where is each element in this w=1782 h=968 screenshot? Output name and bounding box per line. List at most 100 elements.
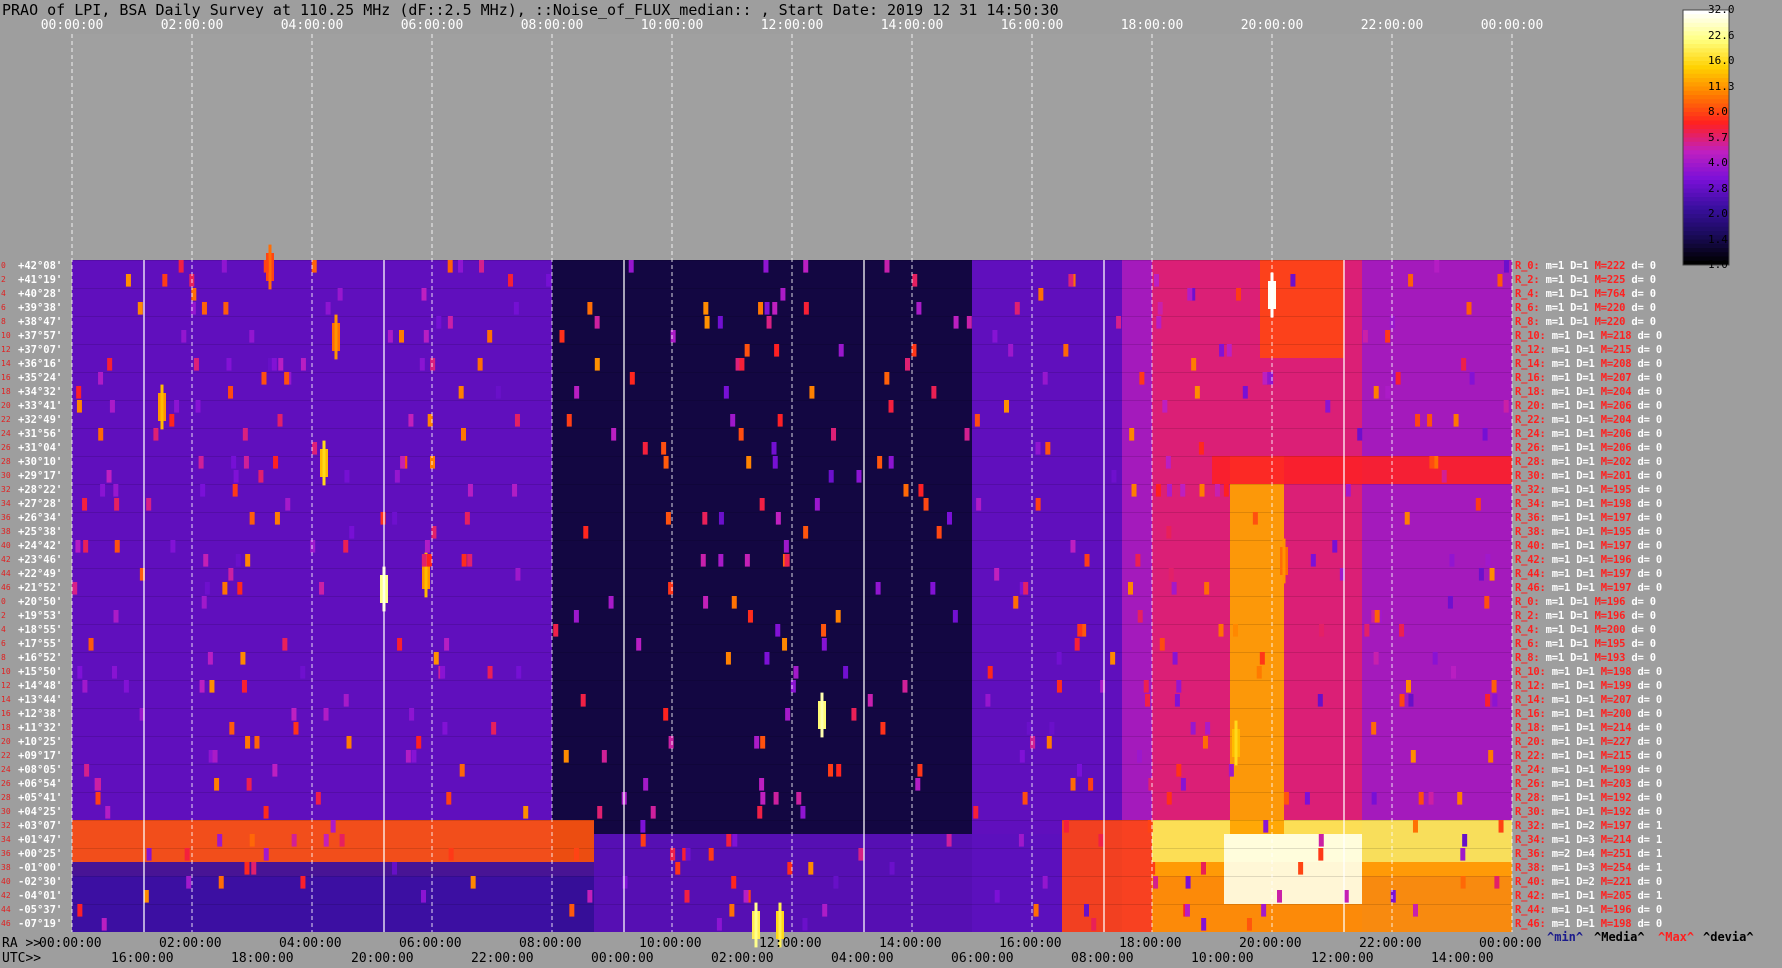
- noise-pixel: [1070, 540, 1076, 553]
- row-stat: R_0: m=1 D=1 M=222 d= 0: [1515, 260, 1656, 272]
- row-stat-field: R_46:: [1515, 581, 1546, 594]
- row-stat-field: M=764: [1588, 287, 1626, 300]
- noise-pixel: [1406, 680, 1412, 693]
- noise-pixel: [409, 708, 415, 721]
- row-stat-field: D=3: [1570, 861, 1595, 874]
- row-stat-field: R_36:: [1515, 847, 1546, 860]
- row-stat: R_16: m=1 D=1 M=200 d= 0: [1515, 708, 1662, 720]
- noise-pixel: [1168, 568, 1174, 581]
- colorbar-segment: [1683, 171, 1729, 177]
- row-stat-field: R_30:: [1515, 469, 1546, 482]
- row-stat-field: d= 0: [1631, 707, 1662, 720]
- noise-pixel: [387, 330, 393, 343]
- point-source-core-9: [1282, 538, 1286, 584]
- row-stat-field: d= 0: [1631, 679, 1662, 692]
- row-stat-field: R_16:: [1515, 371, 1546, 384]
- noise-pixel: [1357, 428, 1363, 441]
- noise-pixel: [105, 806, 111, 819]
- row-stat-field: m=1: [1545, 903, 1571, 916]
- row-stat-field: D=1: [1564, 595, 1589, 608]
- row-stat-field: R_10:: [1515, 329, 1546, 342]
- noise-pixel: [675, 862, 681, 875]
- row-stat-field: d= 0: [1631, 735, 1662, 748]
- noise-pixel: [782, 638, 788, 651]
- row-stat-field: m=1: [1539, 651, 1565, 664]
- noise-pixel: [703, 302, 709, 315]
- noise-pixel: [271, 358, 277, 371]
- point-source-core-2: [820, 692, 824, 738]
- noise-pixel: [1242, 386, 1248, 399]
- noise-pixel: [1484, 596, 1490, 609]
- row-stat-field: D=1: [1570, 329, 1595, 342]
- noise-pixel: [851, 708, 857, 721]
- row-stat: R_44: m=1 D=1 M=197 d= 0: [1515, 568, 1662, 580]
- row-stat: R_4: m=1 D=1 M=764 d= 0: [1515, 288, 1656, 300]
- row-number: 20: [1, 737, 11, 746]
- noise-pixel: [285, 498, 291, 511]
- colorbar-segment: [1683, 201, 1729, 206]
- row-stat-field: R_0:: [1515, 595, 1540, 608]
- row-stat-field: R_42:: [1515, 553, 1546, 566]
- noise-pixel: [1262, 372, 1268, 385]
- noise-pixel: [912, 274, 918, 287]
- row-number: 46: [1, 919, 11, 928]
- row-stat: R_8: m=1 D=1 M=193 d= 0: [1515, 652, 1656, 664]
- noise-pixel: [1111, 470, 1117, 483]
- noise-pixel: [1191, 358, 1197, 371]
- heatmap-region-11: [1224, 834, 1362, 904]
- row-stat-field: R_38:: [1515, 525, 1546, 538]
- noise-pixel: [759, 498, 765, 511]
- declination-label: +25°38': [18, 525, 63, 538]
- noise-pixel: [323, 834, 329, 847]
- noise-pixel: [1298, 862, 1304, 875]
- declination-label: +39°38': [18, 301, 63, 314]
- row-stat-field: M=218: [1594, 329, 1632, 342]
- colorbar-segment: [1683, 120, 1729, 126]
- row-stat-field: M=198: [1594, 917, 1632, 930]
- noise-pixel: [1371, 722, 1377, 735]
- noise-pixel: [569, 904, 575, 917]
- noise-pixel: [186, 876, 192, 889]
- noise-pixel: [601, 750, 607, 763]
- noise-pixel: [446, 792, 452, 805]
- noise-pixel: [284, 372, 290, 385]
- noise-pixel: [430, 456, 436, 469]
- colorbar-segment: [1683, 197, 1729, 202]
- noise-pixel: [1283, 792, 1289, 805]
- colorbar-segment: [1683, 124, 1729, 130]
- noise-pixel: [199, 680, 205, 693]
- row-stat-field: m=1: [1539, 637, 1565, 650]
- row-number: 24: [1, 429, 11, 438]
- row-stat-field: D=1: [1570, 735, 1595, 748]
- noise-pixel: [83, 540, 89, 553]
- noise-pixel: [169, 414, 175, 427]
- row-stat-field: m=1: [1539, 273, 1565, 286]
- row-stat-field: m=1: [1545, 511, 1571, 524]
- declination-label: -02°30': [18, 875, 63, 888]
- declination-label: +08°05': [18, 763, 63, 776]
- row-stat-field: d= 0: [1625, 595, 1656, 608]
- noise-pixel: [703, 596, 709, 609]
- row-stat-field: M=197: [1594, 511, 1632, 524]
- noise-pixel: [622, 876, 628, 889]
- noise-pixel: [170, 540, 176, 553]
- noise-pixel: [203, 554, 209, 567]
- row-number: 4: [1, 289, 6, 298]
- noise-pixel: [1070, 778, 1076, 791]
- row-stat-field: D=1: [1570, 567, 1595, 580]
- noise-pixel: [821, 624, 827, 637]
- row-number: 26: [1, 443, 11, 452]
- noise-pixel: [732, 834, 738, 847]
- noise-pixel: [702, 512, 708, 525]
- row-stat: R_14: m=1 D=1 M=208 d= 0: [1515, 358, 1662, 370]
- colorbar-segment: [1683, 222, 1729, 228]
- noise-pixel: [1218, 624, 1224, 637]
- noise-pixel: [198, 456, 204, 469]
- noise-pixel: [1457, 792, 1463, 805]
- row-stat-field: D=1: [1570, 693, 1595, 706]
- ra-axis-label: RA >>: [2, 936, 42, 951]
- noise-pixel: [1371, 792, 1377, 805]
- noise-pixel: [184, 848, 190, 861]
- row-stat-field: m=1: [1539, 609, 1565, 622]
- noise-pixel: [987, 666, 993, 679]
